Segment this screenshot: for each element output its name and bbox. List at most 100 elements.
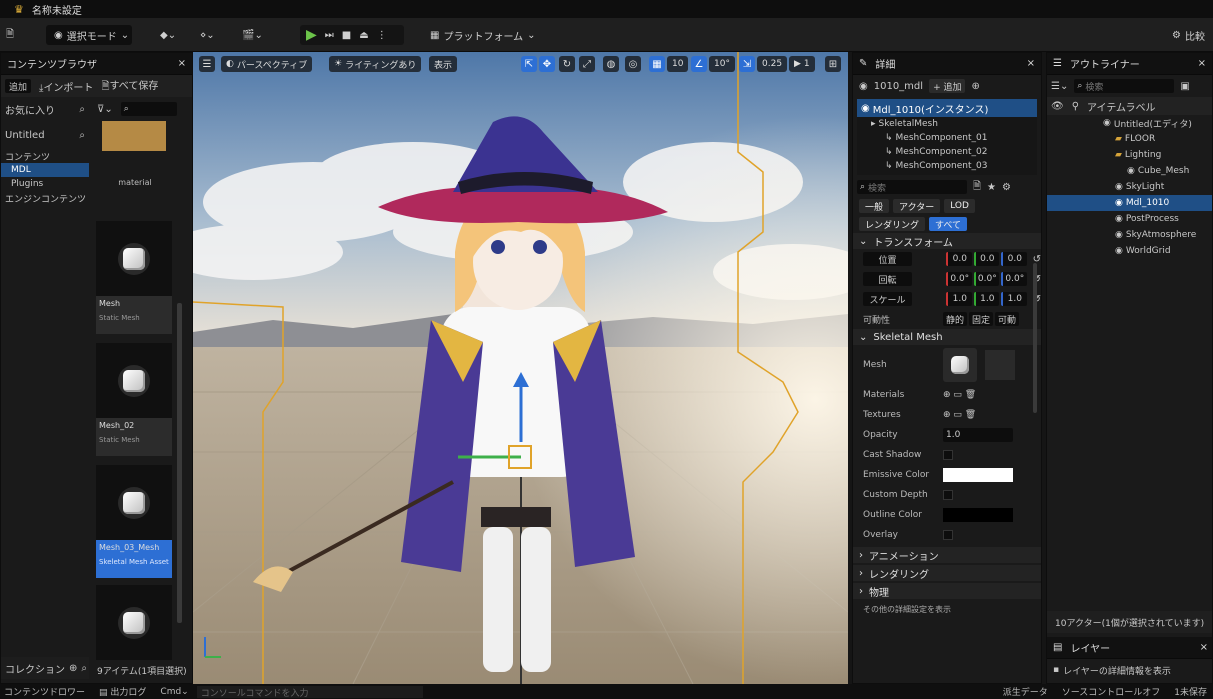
asset-tile[interactable] (102, 121, 166, 151)
asset-scrollbar[interactable] (177, 303, 182, 623)
asset-tile-label[interactable]: Mesh_02 Static Mesh (96, 418, 172, 456)
scale-snap-icon[interactable]: ⇲ (739, 56, 755, 72)
save-all-button[interactable]: 🗎すべて保存 (101, 77, 158, 96)
cinematics-button[interactable]: 🎬⌄ (242, 25, 263, 45)
add-button[interactable]: 追加 (5, 79, 32, 93)
transform-value[interactable]: 0.0 (1001, 252, 1027, 266)
rotation-snap-value[interactable]: 10° (709, 56, 735, 72)
add-content-button[interactable]: ◆⌄ (160, 25, 176, 45)
array-controls[interactable]: ⊕ ▭ 🗑 (943, 410, 976, 420)
outliner-row[interactable]: ▰ Lighting (1047, 147, 1212, 163)
component-item[interactable]: ↳ MeshComponent_03 (857, 159, 1037, 173)
save-button[interactable]: 🗎 (6, 25, 14, 45)
transform-value[interactable]: 1.0 (946, 292, 972, 306)
collapsed-section-header[interactable]: › アニメーション (853, 547, 1041, 563)
opacity-input[interactable]: 1.0 (943, 428, 1013, 442)
content-browser-tab[interactable]: コンテンツブラウザ × (1, 53, 192, 75)
step-icon[interactable]: ⏭ (325, 30, 334, 41)
mesh-section-header[interactable]: ⌄ Skeletal Mesh (853, 329, 1041, 345)
mobility-option[interactable]: 固定 (969, 312, 993, 326)
transform-label[interactable]: スケール (863, 292, 913, 306)
outliner-row[interactable]: ◉ Cube_Mesh (1047, 163, 1212, 179)
color-swatch-white[interactable] (943, 468, 1013, 482)
mode-select[interactable]: ◉ 選択モード ⌄ (46, 25, 132, 45)
component-item[interactable]: ↳ MeshComponent_02 (857, 145, 1037, 159)
checkbox[interactable] (943, 530, 953, 540)
component-root[interactable]: ◉ Mdl_1010(インスタンス) (857, 99, 1037, 117)
cmd-selector[interactable]: Cmd⌄ (160, 687, 188, 697)
add-collection-icon[interactable]: ⊕ (69, 663, 77, 674)
console-input[interactable]: コンソールコマンドを入力 (196, 685, 423, 698)
outliner-search-input[interactable]: ⌕ 検索 (1074, 79, 1175, 93)
outliner-row[interactable]: ▰ FLOOR (1047, 131, 1212, 147)
layers-row[interactable]: ▪ レイヤーの詳細情報を表示 (1053, 661, 1212, 679)
derived-data-button[interactable]: 派生データ (1003, 685, 1048, 698)
search-icon[interactable]: ⌕ (79, 104, 85, 115)
outliner-row[interactable]: ◉ PostProcess (1047, 211, 1212, 227)
mesh-picker[interactable] (985, 350, 1015, 380)
perspective-button[interactable]: ◐ パースペクティブ (221, 56, 313, 72)
transform-value[interactable]: 0.0° (973, 272, 1000, 286)
component-item[interactable]: ↳ MeshComponent_01 (857, 131, 1037, 145)
color-swatch-black[interactable] (943, 508, 1013, 522)
grid-snap-icon[interactable]: ▦ (649, 56, 665, 72)
asset-tile-label[interactable]: Mesh Static Mesh (96, 296, 172, 334)
output-log-button[interactable]: ▤ 出力ログ (99, 685, 146, 698)
camera-speed-button[interactable]: ▶ 1 (789, 56, 815, 72)
content-drawer-button[interactable]: コンテンツドロワー (4, 685, 85, 698)
asset-search-input[interactable]: ⌕ (120, 102, 177, 116)
close-icon[interactable]: × (178, 58, 186, 69)
blueprint-button[interactable]: ⋄⌄ (200, 25, 215, 45)
tree-item[interactable]: エンジンコンテンツ (1, 191, 89, 205)
filter-tab[interactable]: レンダリング (859, 217, 926, 231)
asset-tile[interactable] (96, 343, 172, 418)
outliner-row[interactable]: ◉ Untitled(エディタ) (1047, 115, 1212, 131)
transform-label[interactable]: 位置 (863, 252, 913, 266)
advanced-row[interactable]: その他の詳細設定を表示 (853, 599, 1041, 619)
outliner-row[interactable]: ◉ SkyAtmosphere (1047, 227, 1212, 243)
filter-tab[interactable]: 一般 (859, 199, 890, 213)
search-icon[interactable]: ⌕ (79, 130, 85, 141)
stop-icon[interactable]: ■ (342, 30, 351, 41)
favorites-header[interactable]: お気に入り (5, 102, 55, 117)
rotate-tool-icon[interactable]: ↻ (559, 56, 575, 72)
actor-name[interactable]: 1010_mdl (874, 81, 923, 92)
level-viewport[interactable]: ☰ ◐ パースペクティブ ☀ ライティングあり 表示 ⇱ ✥ ↻ ⤢ ◍ ◎ ▦ 1… (193, 52, 848, 684)
scale-snap-value[interactable]: 0.25 (757, 56, 788, 72)
filter-icon[interactable]: ☰⌄ (1051, 81, 1068, 92)
select-tool-icon[interactable]: ⇱ (521, 56, 537, 72)
close-icon[interactable]: × (1200, 642, 1208, 653)
close-icon[interactable]: × (1198, 58, 1206, 69)
world-space-icon[interactable]: ◍ (603, 56, 619, 72)
outliner-row[interactable]: ◉ WorldGrid (1047, 243, 1212, 259)
import-button[interactable]: ⤓インポート (39, 79, 93, 94)
array-controls[interactable]: ⊕ ▭ 🗑 (943, 390, 976, 400)
pin-icon[interactable]: ⚲ (1072, 101, 1079, 112)
star-icon[interactable]: ★ (987, 182, 996, 193)
more-options-icon[interactable]: ⋮ (377, 30, 387, 41)
transform-value[interactable]: 1.0 (973, 292, 1000, 306)
transform-value[interactable]: 0.0° (946, 272, 972, 286)
viewport-menu-button[interactable]: ☰ (199, 56, 215, 72)
collections-bar[interactable]: コレクション ⊕ ⌕ (1, 657, 89, 679)
add-folder-icon[interactable]: ▣ (1180, 81, 1189, 92)
details-search-input[interactable]: ⌕ 検索 (857, 180, 967, 194)
add-component-button[interactable]: + 追加 (929, 79, 966, 93)
filter-icon[interactable]: ⊽⌄ (97, 104, 113, 115)
col-label-header[interactable]: アイテムラベル (1087, 99, 1156, 114)
play-icon[interactable]: ▶ (306, 27, 317, 43)
grid-snap-value[interactable]: 10 (667, 56, 689, 72)
eject-icon[interactable]: ⏏ (359, 30, 368, 41)
project-header[interactable]: Untitled (5, 130, 45, 141)
outliner-row[interactable]: ◉ Mdl_1010 (1047, 195, 1212, 211)
visibility-icon[interactable]: 👁 (1051, 101, 1064, 112)
show-button[interactable]: 表示 (429, 56, 458, 72)
asset-tile[interactable] (96, 585, 172, 660)
mobility-option[interactable]: 可動 (995, 312, 1019, 326)
unsaved-button[interactable]: 1未保存 (1174, 685, 1207, 698)
collapsed-section-header[interactable]: › レンダリング (853, 565, 1041, 581)
layers-tab[interactable]: ▤ レイヤー × (1047, 637, 1212, 659)
asset-tile[interactable] (96, 465, 172, 540)
asset-tile-label[interactable]: Mesh_03_Mesh Skeletal Mesh Asset (96, 540, 172, 578)
outliner-tab[interactable]: ☰ アウトライナー × (1047, 53, 1212, 75)
